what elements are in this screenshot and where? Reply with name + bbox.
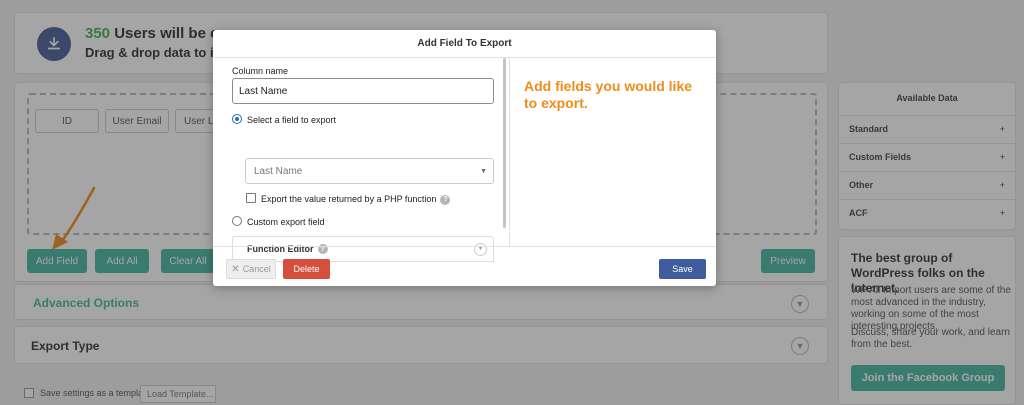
select-field-label: Select a field to export (247, 115, 337, 125)
column-name-label: Column name (232, 66, 289, 76)
custom-field-label: Custom export field (247, 217, 325, 227)
field-select[interactable]: Last Name ▼ (245, 158, 494, 184)
modal-info-text: Add fields you would like to export. (524, 78, 693, 111)
cancel-button[interactable]: ✕ Cancel (226, 259, 276, 279)
modal-title: Add Field To Export (213, 30, 716, 58)
modal-footer: ✕ Cancel Delete Save (213, 246, 716, 286)
form-scrollbar[interactable] (503, 58, 506, 228)
field-select-value: Last Name (254, 165, 303, 177)
column-name-input[interactable]: Last Name (232, 78, 494, 104)
php-function-label: Export the value returned by a PHP funct… (261, 194, 451, 205)
close-icon: ✕ (231, 263, 240, 275)
save-button[interactable]: Save (659, 259, 706, 279)
caret-down-icon: ▼ (480, 167, 487, 175)
help-icon[interactable]: ? (440, 194, 451, 205)
modal-divider (509, 58, 510, 246)
select-field-radio[interactable] (232, 114, 242, 124)
add-field-modal: Add Field To Export Column name Last Nam… (213, 30, 716, 286)
delete-button[interactable]: Delete (283, 259, 330, 279)
php-function-checkbox[interactable] (246, 193, 256, 203)
field-form: Column name Last Name Select a field to … (213, 58, 506, 262)
custom-field-radio[interactable] (232, 216, 242, 226)
